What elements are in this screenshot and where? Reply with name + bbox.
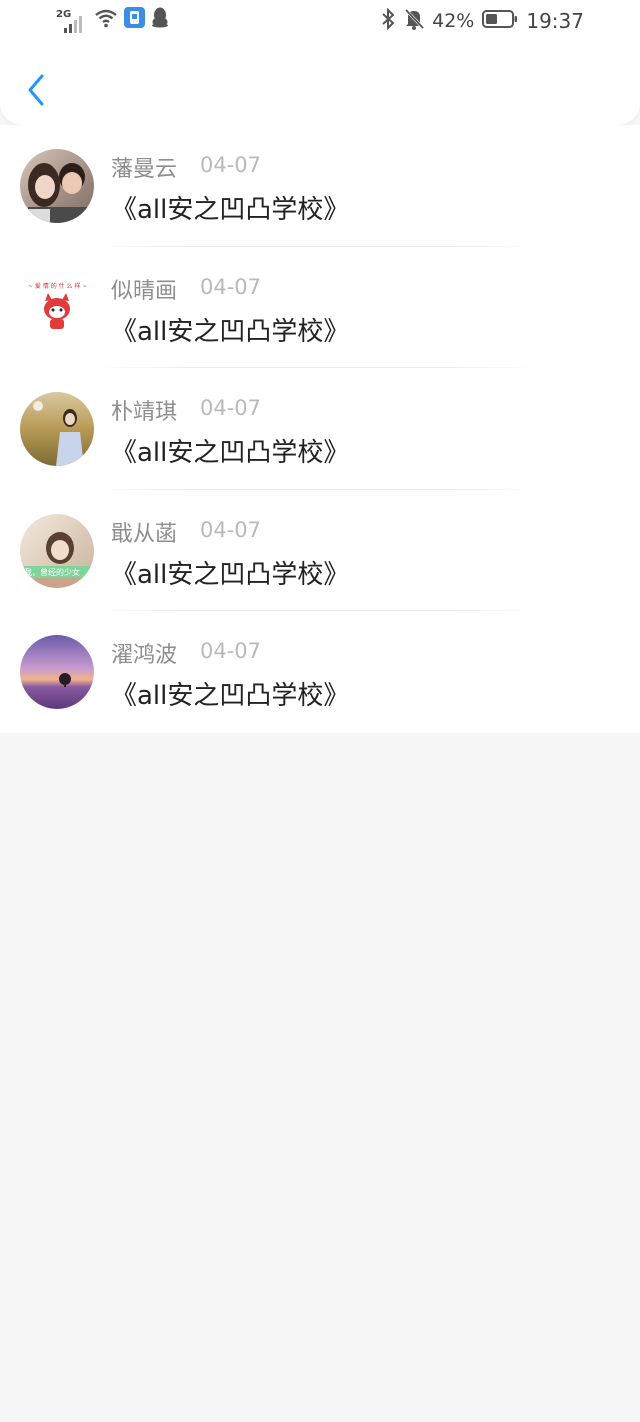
author-name[interactable]: 朴靖琪 (111, 394, 177, 426)
battery-percent: 42% (432, 10, 475, 32)
author-name[interactable]: 濯鸿波 (111, 637, 177, 669)
back-button[interactable] (18, 70, 54, 114)
status-right: 42% 19:37 (380, 7, 584, 35)
list-item[interactable]: 我，曾经的少女 戢从菡 04-07 《all安之凹凸学校》 (0, 490, 640, 612)
list-item[interactable]: ~ 爱 情 的 什 么 样 ~ 似晴画 04-07 《all安之凹凸学校》 (0, 247, 640, 369)
post-date: 04-07 (200, 274, 262, 299)
clock: 19:37 (526, 9, 584, 33)
author-name[interactable]: 藩曼云 (111, 151, 177, 183)
mute-bell-icon (404, 8, 425, 35)
work-title[interactable]: 《all安之凹凸学校》 (111, 189, 349, 226)
post-date: 04-07 (200, 153, 262, 177)
post-date: 04-07 (200, 517, 262, 542)
post-date: 04-07 (200, 396, 262, 421)
comment-list: 藩曼云 04-07 《all安之凹凸学校》 ~ 爱 情 的 什 么 样 ~ 似晴… (0, 125, 640, 733)
list-item[interactable]: 藩曼云 04-07 《all安之凹凸学校》 (0, 125, 640, 247)
avatar[interactable]: 我，曾经的少女 (20, 513, 94, 588)
status-left: 2G (56, 7, 169, 33)
list-item[interactable]: 濯鸿波 04-07 《all安之凹凸学校》 (0, 611, 640, 733)
chevron-left-icon (25, 73, 47, 111)
post-date: 04-07 (200, 639, 262, 664)
battery-icon (482, 9, 518, 34)
svg-text:我，曾经的少女: 我，曾经的少女 (24, 567, 80, 577)
work-title[interactable]: 《all安之凹凸学校》 (111, 554, 349, 591)
header: 2G 42% 19:37 (0, 0, 640, 125)
svg-text:~ 爱 情 的 什 么 样 ~: ~ 爱 情 的 什 么 样 ~ (28, 282, 87, 290)
qq-penguin-icon (151, 7, 169, 33)
bluetooth-icon (380, 7, 396, 35)
avatar[interactable] (20, 635, 94, 710)
cellular-signal-icon: 2G (56, 9, 88, 33)
avatar[interactable]: ~ 爱 情 的 什 么 样 ~ (20, 270, 94, 345)
work-title[interactable]: 《all安之凹凸学校》 (111, 675, 349, 712)
work-title[interactable]: 《all安之凹凸学校》 (111, 311, 349, 348)
author-name[interactable]: 似晴画 (111, 273, 177, 305)
work-title[interactable]: 《all安之凹凸学校》 (111, 432, 349, 469)
author-name[interactable]: 戢从菡 (111, 516, 177, 548)
wifi-icon (94, 8, 118, 33)
list-item[interactable]: 朴靖琪 04-07 《all安之凹凸学校》 (0, 368, 640, 490)
avatar[interactable] (20, 149, 94, 223)
status-bar: 2G 42% 19:37 (0, 0, 640, 44)
avatar[interactable] (20, 392, 94, 467)
app-notification-icon (124, 7, 145, 33)
